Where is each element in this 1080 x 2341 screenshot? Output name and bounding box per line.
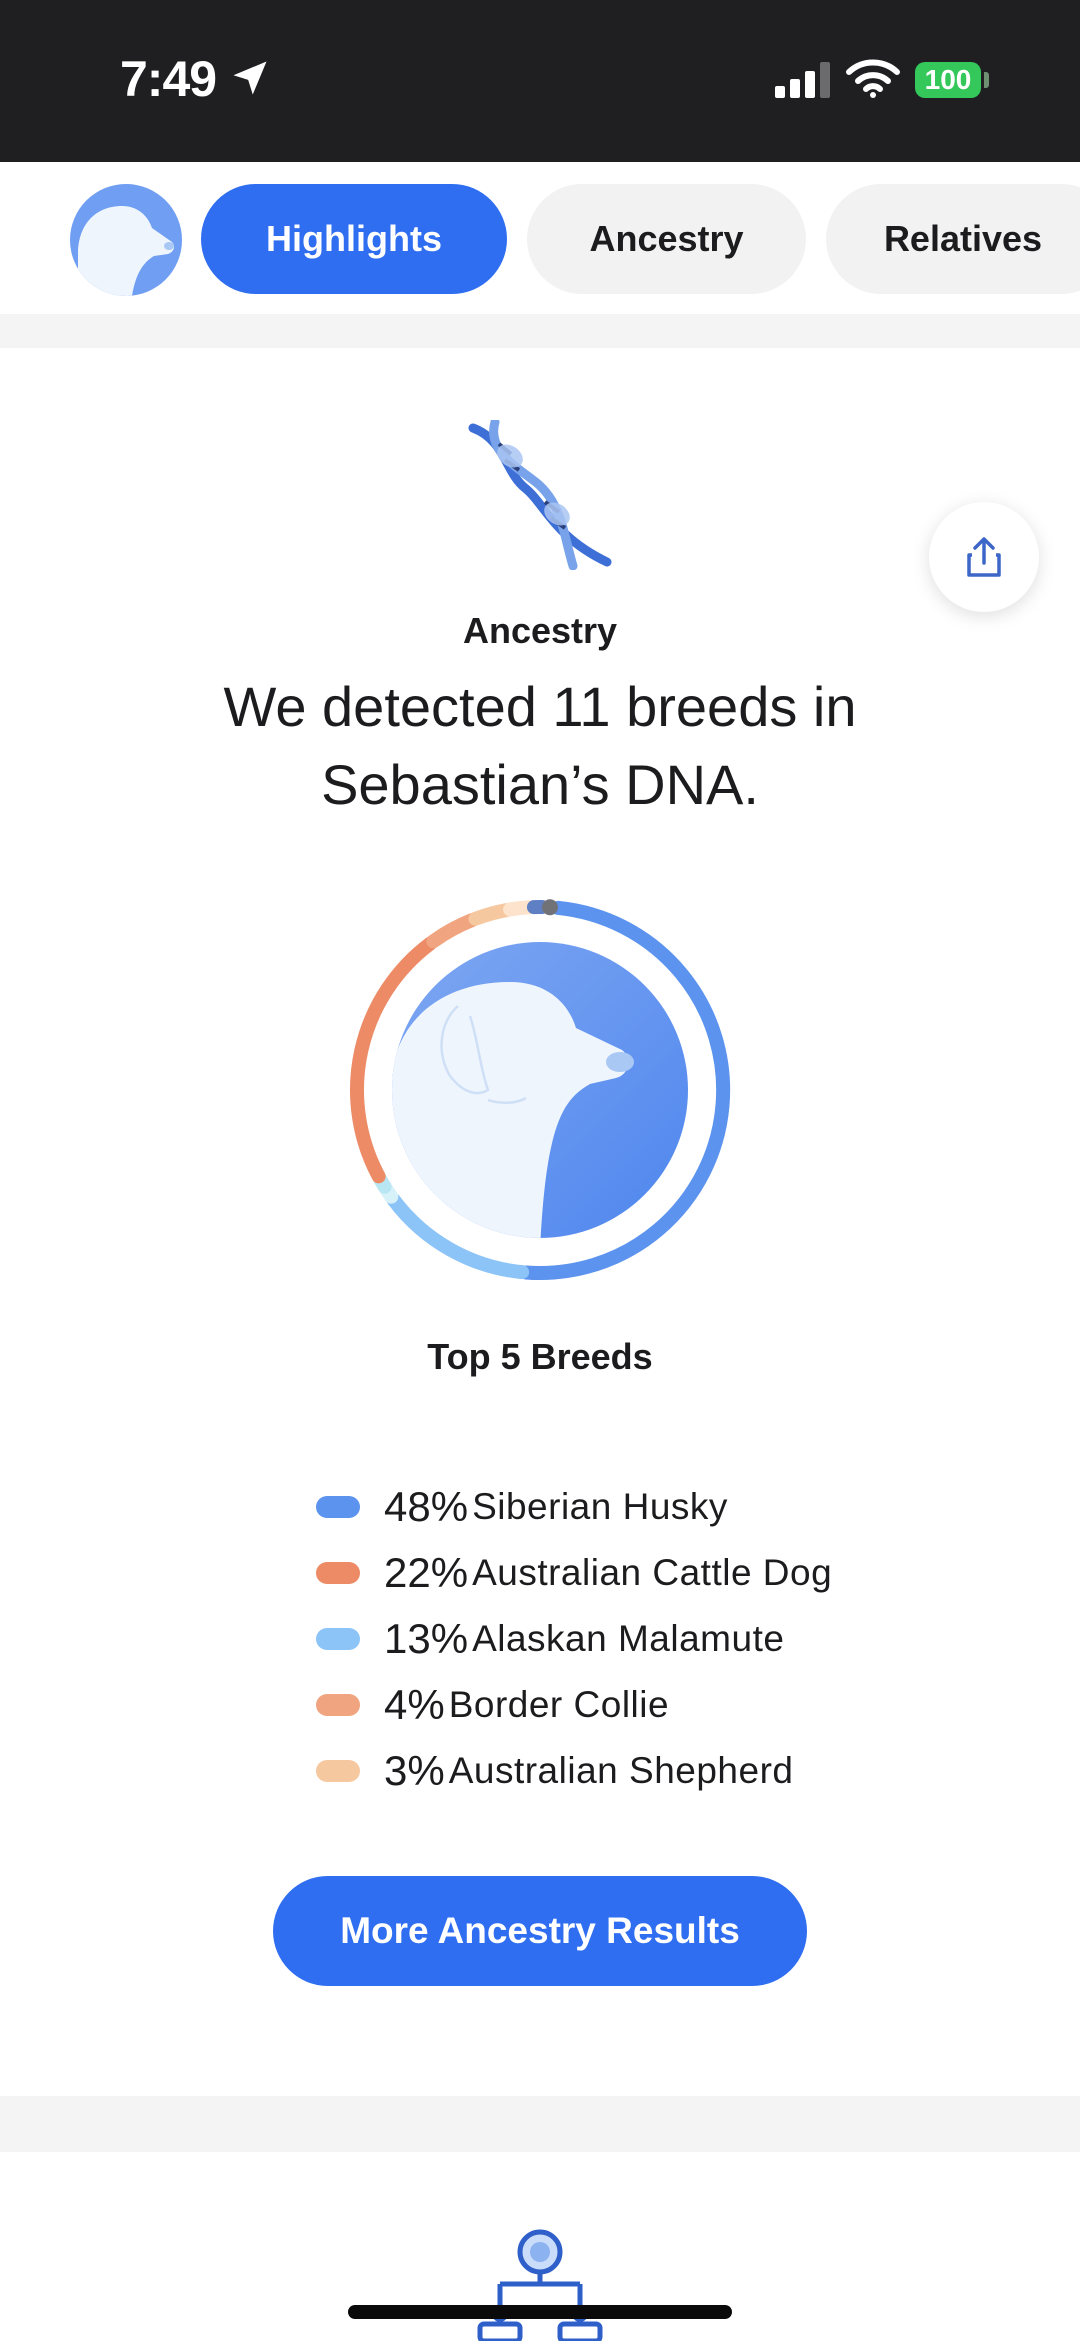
headline: We detected 11 breeds in Sebastian’s DNA… (223, 675, 857, 816)
status-bar: 7:49 100 (0, 0, 1080, 162)
legend-item: 3% Australian Shepherd (316, 1738, 1016, 1804)
share-icon (967, 537, 1001, 577)
legend-item: 48% Siberian Husky (316, 1474, 1016, 1540)
tab-highlights[interactable]: Highlights (201, 184, 507, 294)
home-indicator (348, 2305, 732, 2319)
legend-swatch-border-collie (316, 1694, 360, 1716)
chart-title: Top 5 Breeds (427, 1336, 653, 1377)
location-arrow-icon (233, 61, 267, 95)
cellular-signal-icon (775, 62, 830, 98)
tab-relatives[interactable]: Relatives (826, 184, 1080, 294)
section-divider (0, 314, 1080, 348)
section-divider (0, 2096, 1080, 2152)
legend-breed: Border Collie (448, 1684, 670, 1725)
status-time: 7:49 (120, 51, 217, 107)
battery-icon: 100 (915, 62, 981, 98)
battery-tip (984, 72, 989, 88)
legend-item: 22% Australian Cattle Dog (316, 1540, 1016, 1606)
legend-breed: Australian Shepherd (448, 1750, 794, 1791)
legend-breed: Australian Cattle Dog (472, 1552, 833, 1593)
more-ancestry-results-button[interactable]: More Ancestry Results (273, 1876, 807, 1986)
legend-breed: Siberian Husky (472, 1486, 728, 1527)
legend-swatch-australian-cattle-dog (316, 1562, 360, 1584)
legend-swatch-siberian-husky (316, 1496, 360, 1518)
donut-segment-australian-shepherd (468, 903, 514, 926)
legend-swatch-alaskan-malamute (316, 1628, 360, 1650)
dog-avatar-icon (78, 206, 175, 296)
legend-percent: 3% (384, 1747, 445, 1794)
legend-swatch-australian-shepherd (316, 1760, 360, 1782)
donut-segment-other (541, 899, 558, 916)
tab-bar: Highlights Ancestry Relatives (0, 162, 1080, 314)
dna-icon (468, 420, 612, 570)
legend-percent: 48% (384, 1483, 469, 1530)
donut-segment-border-collie (426, 913, 479, 949)
legend-item: 4% Border Collie (316, 1672, 1016, 1738)
share-button[interactable] (929, 502, 1039, 612)
tab-ancestry[interactable]: Ancestry (527, 184, 806, 294)
legend-percent: 4% (384, 1681, 445, 1728)
family-tree-icon (477, 2229, 603, 2341)
legend-percent: 22% (384, 1549, 469, 1596)
avatar[interactable] (70, 184, 182, 296)
legend-item: 13% Alaskan Malamute (316, 1606, 1016, 1672)
legend-percent: 13% (384, 1615, 469, 1662)
section-label: Ancestry (462, 610, 618, 651)
legend-breed: Alaskan Malamute (472, 1618, 785, 1659)
wifi-icon (846, 59, 900, 98)
ancestry-donut-chart (350, 899, 731, 1280)
breed-legend: 48% Siberian Husky 22% Australian Cattle… (316, 1474, 1016, 1804)
battery-level: 100 (924, 64, 972, 95)
